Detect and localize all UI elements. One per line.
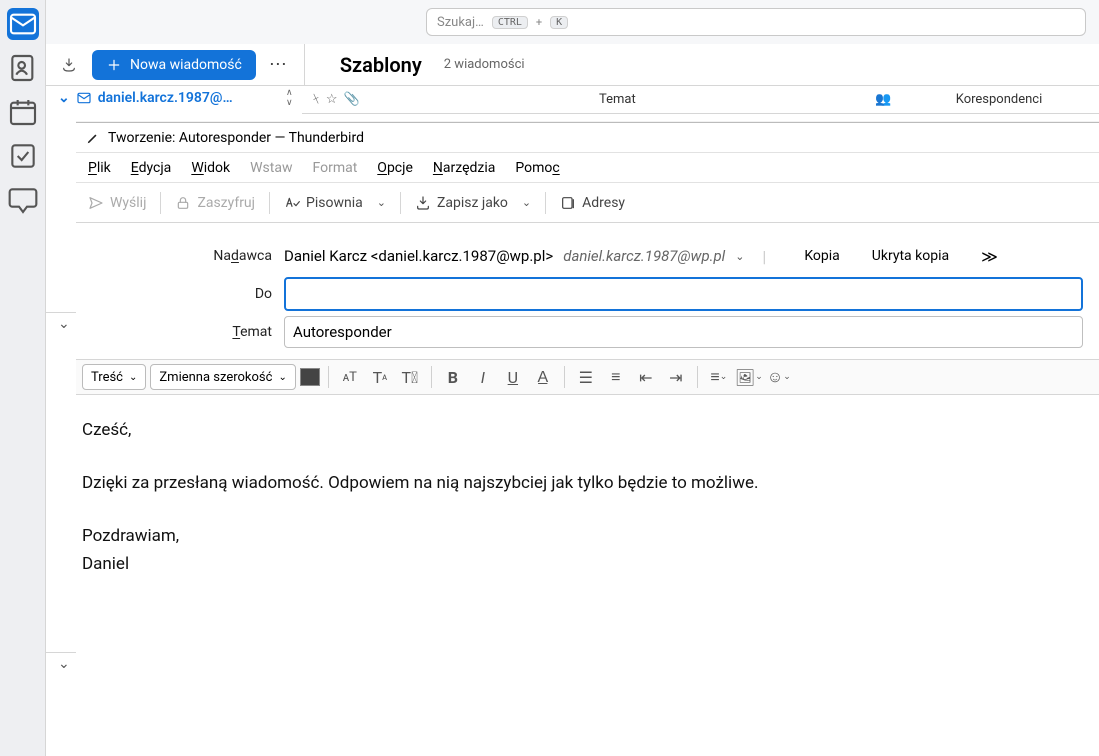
spelling-dropdown-icon[interactable]: ⌄ bbox=[377, 196, 386, 209]
indent-icon[interactable]: ⇥ bbox=[663, 364, 689, 390]
cc-button[interactable]: Kopia bbox=[804, 248, 839, 264]
new-message-button[interactable]: Nowa wiadomość bbox=[92, 50, 256, 80]
to-input[interactable] bbox=[284, 277, 1083, 311]
chevron-down-icon[interactable]: ⌄ bbox=[58, 656, 70, 672]
new-message-label: Nowa wiadomość bbox=[130, 57, 242, 73]
sender-value[interactable]: Daniel Karcz <daniel.karcz.1987@wp.pl> d… bbox=[284, 247, 744, 265]
scroll-arrows[interactable]: ∧∨ bbox=[286, 88, 293, 108]
to-label: Do bbox=[92, 286, 272, 302]
font-size-down-icon[interactable]: ᴀT bbox=[337, 364, 363, 390]
mail-tab-icon[interactable] bbox=[7, 8, 39, 40]
thread-icon[interactable]: ᛶ bbox=[312, 92, 320, 107]
number-list-icon[interactable]: ≡ bbox=[603, 364, 629, 390]
addressbook-tab-icon[interactable] bbox=[7, 52, 39, 84]
outdent-icon[interactable]: ⇤ bbox=[633, 364, 659, 390]
chevron-down-icon: ⌄ bbox=[58, 90, 70, 106]
separator bbox=[160, 192, 161, 214]
separator bbox=[545, 192, 546, 214]
menu-view[interactable]: Widok bbox=[191, 160, 230, 176]
underline-icon[interactable]: U bbox=[500, 364, 526, 390]
bullet-list-icon[interactable]: ☰ bbox=[573, 364, 599, 390]
menu-help[interactable]: Pomoc bbox=[515, 160, 559, 176]
body-line: Pozdrawiam, bbox=[82, 523, 1093, 550]
bcc-button[interactable]: Ukryta kopia bbox=[872, 248, 949, 264]
more-fields-icon[interactable]: ≫ bbox=[981, 247, 998, 266]
color-swatch[interactable] bbox=[300, 368, 320, 386]
kbd-ctrl: CTRL bbox=[492, 16, 528, 29]
separator bbox=[269, 192, 270, 214]
body-line: Cześć, bbox=[82, 417, 1093, 444]
compose-body[interactable]: Cześć, Dzięki za przesłaną wiadomość. Od… bbox=[76, 395, 1099, 578]
subject-label: Temat bbox=[92, 324, 272, 340]
attachment-icon[interactable]: 📎 bbox=[343, 92, 359, 107]
bold-icon[interactable]: B bbox=[440, 364, 466, 390]
addresses-button[interactable]: Adresy bbox=[560, 195, 625, 211]
chevron-down-icon[interactable]: ⌄ bbox=[58, 316, 70, 332]
compose-titlebar: Tworzenie: Autoresponder — Thunderbird bbox=[76, 123, 1099, 153]
italic-icon[interactable]: I bbox=[470, 364, 496, 390]
paragraph-style-dropdown[interactable]: Treść⌄ bbox=[82, 364, 146, 390]
font-size-up-icon[interactable]: Tᴀ bbox=[367, 364, 393, 390]
kbd-plus: + bbox=[536, 16, 542, 29]
compose-window: Tworzenie: Autoresponder — Thunderbird P… bbox=[76, 122, 1099, 756]
account-row[interactable]: ⌄ daniel.karcz.1987@… bbox=[58, 90, 233, 106]
search-input[interactable]: Szukaj… CTRL + K bbox=[426, 8, 1086, 36]
body-line: Daniel bbox=[82, 551, 1093, 578]
folder-title: Szablony bbox=[340, 53, 422, 77]
topbar: Szukaj… CTRL + K bbox=[46, 0, 1099, 44]
kbd-k: K bbox=[550, 16, 568, 29]
saveas-button[interactable]: Zapisz jako bbox=[415, 195, 508, 211]
column-subject[interactable]: Temat bbox=[360, 92, 875, 107]
account-email: daniel.karcz.1987@… bbox=[98, 90, 233, 106]
subject-input[interactable] bbox=[284, 316, 1083, 348]
separator bbox=[400, 192, 401, 214]
menu-tools[interactable]: Narzędzia bbox=[433, 160, 495, 176]
search-placeholder: Szukaj… bbox=[437, 15, 484, 30]
correspondents-icon[interactable]: 👥 bbox=[875, 92, 899, 107]
pencil-icon bbox=[86, 131, 100, 145]
tasks-tab-icon[interactable] bbox=[7, 140, 39, 172]
menu-format[interactable]: Format bbox=[313, 160, 358, 176]
more-menu-icon[interactable]: ⋯ bbox=[266, 54, 290, 75]
menu-file[interactable]: Plik bbox=[88, 160, 111, 176]
compose-toolbar: Wyślij Zaszyfruj Pisownia ⌄ Zapisz jako … bbox=[76, 183, 1099, 223]
compose-headers: Nadawca Daniel Karcz <daniel.karcz.1987@… bbox=[76, 223, 1099, 351]
menu-options[interactable]: Opcje bbox=[377, 160, 413, 176]
sender-dropdown-icon[interactable]: ⌄ bbox=[735, 250, 744, 263]
sender-label: Nadawca bbox=[92, 248, 272, 264]
text-color-icon[interactable]: A̲ bbox=[530, 364, 556, 390]
body-line: Dzięki za przesłaną wiadomość. Odpowiem … bbox=[82, 470, 1093, 497]
main-toolbar: Nowa wiadomość ⋯ Szablony 2 wiadomości bbox=[46, 44, 1099, 86]
column-correspondents[interactable]: Korespondenci bbox=[899, 92, 1099, 107]
menu-edit[interactable]: Edycja bbox=[131, 160, 172, 176]
font-dropdown[interactable]: Zmienna szerokość⌄ bbox=[150, 364, 295, 390]
format-toolbar: Treść⌄ Zmienna szerokość⌄ ᴀT Tᴀ T⃠ B I U… bbox=[76, 359, 1099, 395]
saveas-dropdown-icon[interactable]: ⌄ bbox=[522, 196, 531, 209]
clear-format-icon[interactable]: T⃠ bbox=[397, 364, 423, 390]
calendar-tab-icon[interactable] bbox=[7, 96, 39, 128]
message-count: 2 wiadomości bbox=[444, 57, 525, 72]
align-icon[interactable]: ≡⌄ bbox=[706, 364, 732, 390]
left-rail bbox=[0, 0, 46, 756]
column-header: ᛶ ☆ 📎 Temat 👥 Korespondenci bbox=[302, 86, 1099, 114]
insert-image-icon[interactable]: 🖼⌄ bbox=[736, 364, 762, 390]
send-button[interactable]: Wyślij bbox=[88, 195, 146, 211]
spelling-button[interactable]: Pisownia bbox=[284, 195, 363, 211]
star-icon[interactable]: ☆ bbox=[326, 92, 338, 107]
encrypt-button[interactable]: Zaszyfruj bbox=[175, 195, 255, 211]
compose-window-title: Tworzenie: Autoresponder — Thunderbird bbox=[108, 130, 364, 146]
chat-tab-icon[interactable] bbox=[7, 184, 39, 216]
emoji-icon[interactable]: ☺⌄ bbox=[766, 364, 792, 390]
compose-menubar: Plik Edycja Widok Wstaw Format Opcje Nar… bbox=[76, 153, 1099, 183]
divider bbox=[304, 44, 305, 86]
menu-insert[interactable]: Wstaw bbox=[250, 160, 292, 176]
getmail-button[interactable] bbox=[56, 52, 82, 78]
